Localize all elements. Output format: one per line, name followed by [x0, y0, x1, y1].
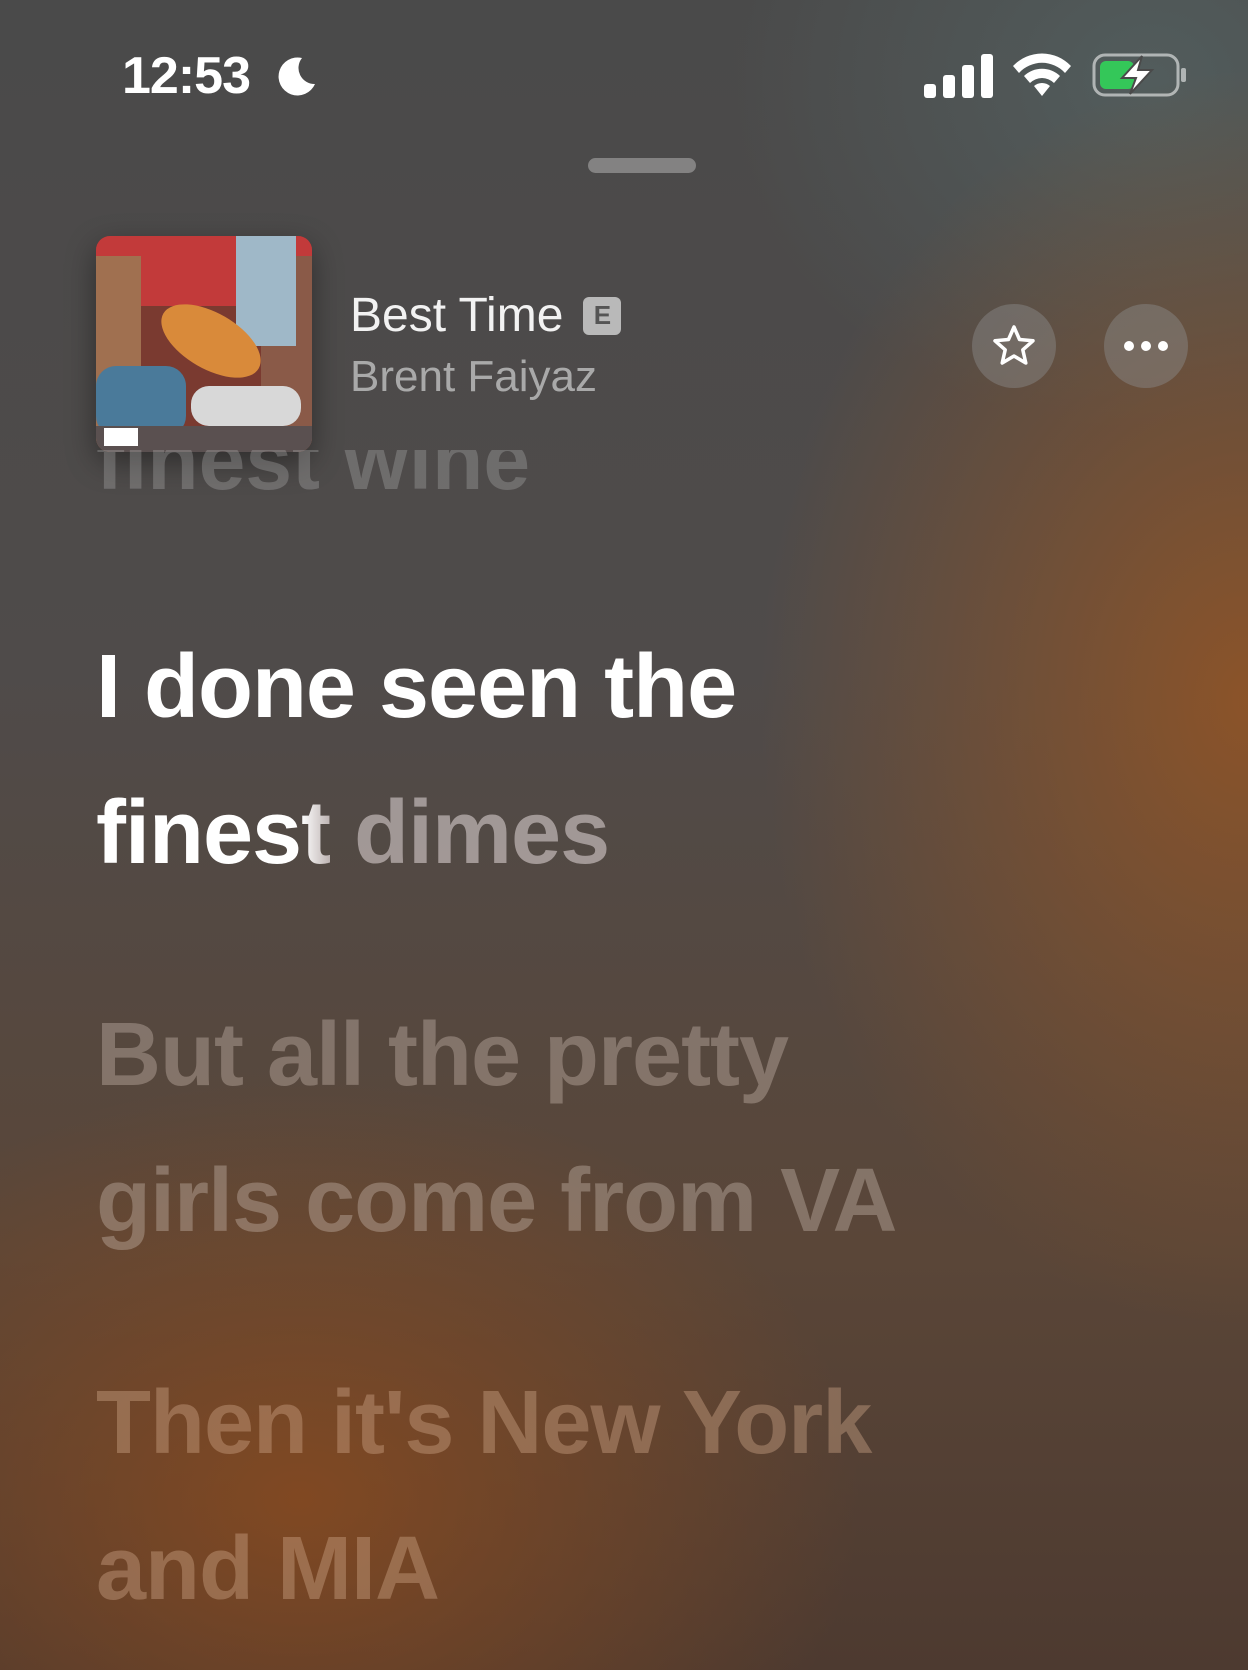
- lyric-sung-text: fines: [96, 783, 302, 883]
- upcoming-lyric-line[interactable]: Then it's New York and MIA: [96, 1350, 872, 1642]
- upcoming-lyric-line-2: girls come from VA: [96, 1151, 898, 1251]
- battery-charging-icon: [1092, 53, 1186, 97]
- current-lyric-line-2: finest dimes: [96, 760, 736, 906]
- moon-icon: [278, 57, 315, 96]
- sheet-grabber[interactable]: [588, 158, 696, 173]
- upcoming-lyric-line-1: But all the pretty: [96, 1005, 789, 1105]
- lyric-partial-text: t: [301, 783, 331, 883]
- lyric-unsung-text: dimes: [330, 783, 610, 883]
- favorite-button[interactable]: [972, 304, 1056, 388]
- more-button[interactable]: [1104, 304, 1188, 388]
- explicit-badge: E: [583, 296, 622, 335]
- song-title[interactable]: Best Time: [350, 288, 563, 343]
- artist-name[interactable]: Brent Faiyaz: [350, 352, 597, 402]
- current-lyric-line-1: I done seen the: [96, 637, 737, 737]
- current-lyric-line[interactable]: I done seen the finest dimes: [96, 614, 737, 906]
- album-artwork[interactable]: [96, 236, 312, 452]
- status-bar: 12:53: [0, 0, 1248, 150]
- more-icon: [1124, 341, 1168, 351]
- now-playing-header: Best Time E Brent Faiyaz: [0, 236, 1248, 456]
- status-time: 12:53: [122, 47, 251, 105]
- song-title-row: Best Time E: [350, 288, 622, 343]
- cellular-signal-icon: [924, 54, 993, 98]
- upcoming-lyric-line[interactable]: But all the pretty girls come from VA: [96, 982, 898, 1274]
- wifi-icon: [1013, 53, 1071, 96]
- upcoming-lyric-line-2: and MIA: [96, 1519, 440, 1619]
- star-icon: [993, 325, 1035, 365]
- upcoming-lyric-line-1: Then it's New York: [96, 1373, 872, 1473]
